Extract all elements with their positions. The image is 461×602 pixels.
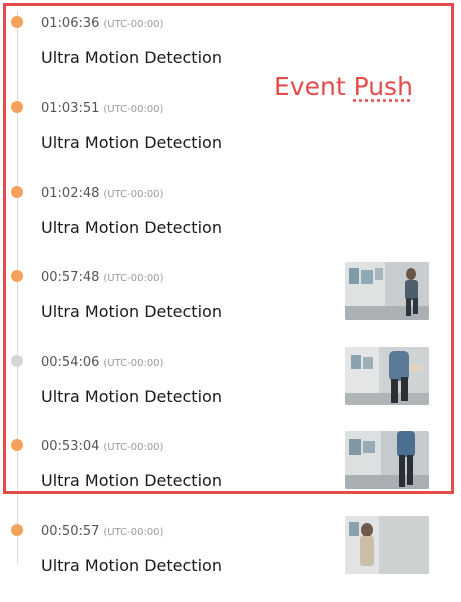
event-time: 00:57:48 (UTC-00:00) [41, 270, 164, 285]
event-thumbnail[interactable] [345, 431, 429, 489]
event-timezone: (UTC-00:00) [103, 19, 164, 30]
event-title: Ultra Motion Detection [41, 556, 222, 575]
event-timezone: (UTC-00:00) [103, 189, 164, 200]
event-title: Ultra Motion Detection [41, 48, 222, 67]
event-timezone: (UTC-00:00) [103, 527, 164, 538]
event-thumbnail[interactable] [345, 347, 429, 405]
timeline-dot [11, 439, 23, 451]
event-item[interactable]: 00:54:06 (UTC-00:00) Ultra Motion Detecti… [0, 347, 461, 433]
event-item[interactable]: 00:53:04 (UTC-00:00) Ultra Motion Detecti… [0, 431, 461, 517]
event-title: Ultra Motion Detection [41, 387, 222, 406]
event-title: Ultra Motion Detection [41, 471, 222, 490]
event-timezone: (UTC-00:00) [103, 273, 164, 284]
timeline-dot [11, 524, 23, 536]
event-title: Ultra Motion Detection [41, 302, 222, 321]
event-item[interactable]: 00:50:57 (UTC-00:00) Ultra Motion Detecti… [0, 516, 461, 602]
event-title: Ultra Motion Detection [41, 133, 222, 152]
event-push-annotation: Event Push [274, 72, 413, 101]
timeline-dot [11, 186, 23, 198]
event-timezone: (UTC-00:00) [103, 104, 164, 115]
event-time: 00:53:04 (UTC-00:00) [41, 439, 164, 454]
event-time: 01:06:36 (UTC-00:00) [41, 16, 164, 31]
event-time: 01:02:48 (UTC-00:00) [41, 186, 164, 201]
event-item[interactable]: 00:57:48 (UTC-00:00) Ultra Motion Detecti… [0, 262, 461, 348]
timeline-line [17, 10, 18, 564]
event-timezone: (UTC-00:00) [103, 358, 164, 369]
event-time: 01:03:51 (UTC-00:00) [41, 101, 164, 116]
timeline-dot [11, 355, 23, 367]
timeline-dot [11, 101, 23, 113]
timeline-dot [11, 270, 23, 282]
event-timezone: (UTC-00:00) [103, 442, 164, 453]
event-item[interactable]: 01:03:51 (UTC-00:00) Ultra Motion Detecti… [0, 95, 461, 179]
event-time: 00:54:06 (UTC-00:00) [41, 355, 164, 370]
event-thumbnail[interactable] [345, 262, 429, 320]
event-title: Ultra Motion Detection [41, 218, 222, 237]
event-time: 00:50:57 (UTC-00:00) [41, 524, 164, 539]
event-item[interactable]: 01:02:48 (UTC-00:00) Ultra Motion Detecti… [0, 180, 461, 264]
timeline-dot [11, 16, 23, 28]
event-thumbnail[interactable] [345, 516, 429, 574]
